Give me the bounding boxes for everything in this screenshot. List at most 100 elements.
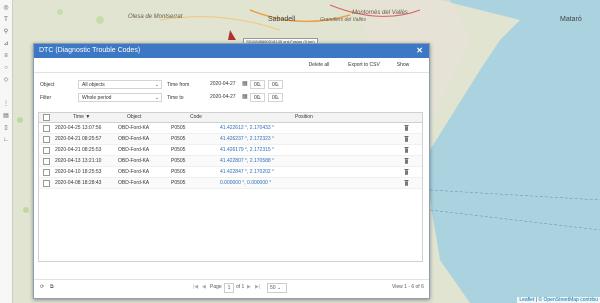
cell-object: OBD-Ford-KA [118,136,150,142]
osm-link[interactable]: © OpenStreetMap contribu [538,297,598,303]
dtc-table: Time ▼ Object Code Position 2020-04-25 1… [38,112,423,262]
trash-icon[interactable] [404,125,409,131]
leaflet-link[interactable]: Leaflet [519,297,534,303]
delete-all-button[interactable]: Delete all [302,60,336,70]
dtc-dialog: DTC (Diagnostic Trouble Codes) ✕ Delete … [33,43,430,299]
col-position-header[interactable]: Position [295,113,313,122]
cell-object: OBD-Ford-KA [118,180,150,186]
col-object-header[interactable]: Object [127,113,141,122]
dialog-title: DTC (Diagnostic Trouble Codes) [39,47,141,54]
cell-time: 2020-04-21 08:25:53 [55,147,102,153]
row-checkbox[interactable] [43,136,50,143]
show-button[interactable]: Show [392,60,414,70]
select-all-checkbox[interactable] [43,114,50,121]
col-time-label: Time [73,114,84,120]
chevron-down-icon: ⌄ [154,82,159,88]
dialog-titlebar[interactable]: DTC (Diagnostic Trouble Codes) ✕ [34,44,429,58]
pager-bar: ⟳ ⧉ |◀ ◀ Page 1 of 1 ▶ ▶| 50 ⌄ View 1 - … [34,279,429,294]
cell-position-link[interactable]: 41.426237 °, 2.172323 ° [220,134,274,144]
time-from-date-input[interactable]: 2020-04-27 [209,80,241,89]
filter-select[interactable]: Whole period ⌄ [78,93,162,102]
object-label: Object [40,82,55,88]
table-row[interactable]: 2020-04-13 13:21:10 OBD-Ford-KA P0505 41… [39,156,422,167]
table-header: Time ▼ Object Code Position [39,113,422,123]
time-to-date-input[interactable]: 2020-04-27 [209,93,241,102]
page-of-label: of 1 [236,284,245,290]
globe-icon[interactable]: ◎ [2,4,10,12]
route-icon[interactable]: ∟ [2,136,10,144]
table-row[interactable]: 2020-04-10 18:25:53 OBD-Ford-KA P0505 41… [39,167,422,178]
map-label: Sabadell [268,16,296,23]
map-attribution: Leaflet | © OpenStreetMap contribu [517,297,600,303]
row-checkbox[interactable] [43,169,50,176]
cell-object: OBD-Ford-KA [118,158,150,164]
page-size-value: 50 [270,285,276,291]
map-label: Granollers del Vallès [320,17,366,23]
object-select[interactable]: All objects ⌄ [78,80,162,89]
cell-position-link[interactable]: 41.426179 °, 2.172315 ° [220,145,274,155]
next-page-icon[interactable]: ▶ [247,280,251,294]
cell-position-link[interactable]: 41.422807 °, 2.170588 ° [220,156,274,166]
copy-icon[interactable]: ⧉ [50,280,54,294]
last-page-icon[interactable]: ▶| [255,280,260,294]
trash-icon[interactable] [404,147,409,153]
prev-page-icon[interactable]: ◀ [202,280,206,294]
time-to-hour-select[interactable]: 00 ⌄ [250,93,265,102]
cell-position-link[interactable]: 41.422847 °, 2.170202 ° [220,167,274,177]
trash-icon[interactable] [404,136,409,142]
page-size-select[interactable]: 50 ⌄ [267,283,287,293]
trash-icon[interactable] [404,180,409,186]
table-row[interactable]: 2020-04-08 18:28:43 OBD-Ford-KA P0505 0.… [39,178,422,189]
refresh-icon[interactable]: ⟳ [40,280,44,294]
close-icon[interactable]: ✕ [416,44,423,58]
col-time-header[interactable]: Time ▼ [73,113,90,122]
col-code-header[interactable]: Code [190,113,202,122]
row-checkbox[interactable] [43,180,50,187]
cell-position-link[interactable]: 0.000000 °, 0.000000 ° [220,178,271,188]
calendar-icon[interactable]: ▦ [242,93,248,100]
trash-icon[interactable] [404,169,409,175]
trash-icon[interactable] [404,158,409,164]
table-row[interactable]: 2020-04-25 13:07:56 OBD-Ford-KA P0505 41… [39,123,422,134]
cell-time: 2020-04-13 13:21:10 [55,158,102,164]
layers-icon[interactable]: ≡ [2,52,10,60]
cell-object: OBD-Ford-KA [118,147,150,153]
circle-icon[interactable]: ○ [2,64,10,72]
object-select-value: All objects [82,82,105,88]
cell-time: 2020-04-21 08:25:57 [55,136,102,142]
bookmark-icon[interactable]: ▯ [2,124,10,132]
export-csv-button[interactable]: Export to CSV [342,60,386,70]
map-label: Mataró [560,16,582,23]
chevron-down-icon: ⌄ [154,95,159,101]
filter-label: Filter [40,95,52,101]
time-from-minute-select[interactable]: 00 ⌄ [268,80,283,89]
chevron-down-icon: ⌄ [257,82,262,88]
cell-code: P0505 [171,180,186,186]
grid-icon[interactable]: ⋮ [2,100,10,108]
time-to-minute-select[interactable]: 00 ⌄ [268,93,283,102]
ruler-icon[interactable]: ⊿ [2,40,10,48]
table-row[interactable]: 2020-04-21 08:25:53 OBD-Ford-KA P0505 41… [39,145,422,156]
table-row[interactable]: 2020-04-21 08:25:57 OBD-Ford-KA P0505 41… [39,134,422,145]
map-label: Montornès del Vallès [352,10,408,16]
first-page-icon[interactable]: |◀ [193,280,198,294]
page-number-input[interactable]: 1 [224,283,234,293]
cell-code: P0505 [171,125,186,131]
calendar-icon[interactable]: ▦ [242,80,248,87]
cell-object: OBD-Ford-KA [118,169,150,175]
polygon-icon[interactable]: ◇ [2,76,10,84]
time-from-hour-select[interactable]: 00 ⌄ [250,80,265,89]
cell-position-link[interactable]: 41.422612 °, 2.170433 ° [220,123,274,133]
chart-icon[interactable]: ▤ [2,112,10,120]
filter-panel: Object All objects ⌄ Filter Whole period… [34,73,429,102]
row-checkbox[interactable] [43,125,50,132]
dialog-toolbar: Delete all Export to CSV Show [34,58,429,73]
page-label: Page [210,284,222,290]
chevron-down-icon: ⌄ [257,95,262,101]
row-checkbox[interactable] [43,158,50,165]
pin-icon[interactable]: ⚲ [2,28,10,36]
row-checkbox[interactable] [43,147,50,154]
cell-code: P0505 [171,158,186,164]
text-icon[interactable]: T [2,16,10,24]
sort-down-icon: ▼ [85,114,91,120]
